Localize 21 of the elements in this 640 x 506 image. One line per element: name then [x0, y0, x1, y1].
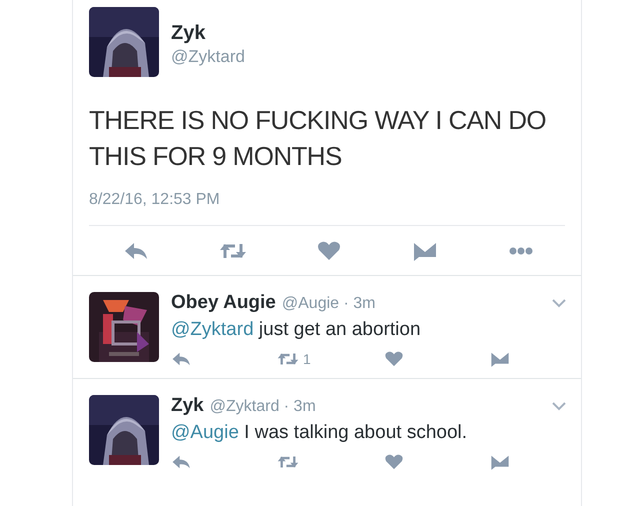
user-name: Zyk [171, 395, 204, 417]
tweet-text: THERE IS NO FUCKING WAY I CAN DO THIS FOR 9 MONTHS [89, 104, 548, 173]
envelope-icon[interactable] [411, 240, 439, 262]
user-handle: @Augie · 3m [282, 295, 376, 313]
envelope-icon[interactable] [489, 350, 511, 368]
user-handle: @Zyktard [171, 47, 245, 67]
heart-icon[interactable] [383, 350, 405, 368]
envelope-icon[interactable] [489, 453, 511, 471]
tweet-text: @Zyktard just get an abortion [171, 319, 422, 341]
timestamp: 8/22/16, 12:53 PM [89, 191, 565, 226]
mention-link[interactable]: @Zyktard [171, 319, 254, 340]
user-handle: @Zyktard · 3m [210, 398, 316, 416]
user-name: Zyk [171, 22, 206, 45]
retweet-count: 1 [303, 351, 311, 367]
chevron-icon[interactable] [551, 298, 567, 308]
heart-icon[interactable] [383, 453, 405, 471]
mention-link[interactable]: @Augie [171, 422, 239, 443]
user-name: Obey Augie [171, 292, 276, 314]
tweet-text: @Augie I was talking about school. [171, 422, 468, 444]
chevron-icon[interactable] [551, 401, 567, 411]
heart-icon[interactable] [315, 240, 343, 262]
